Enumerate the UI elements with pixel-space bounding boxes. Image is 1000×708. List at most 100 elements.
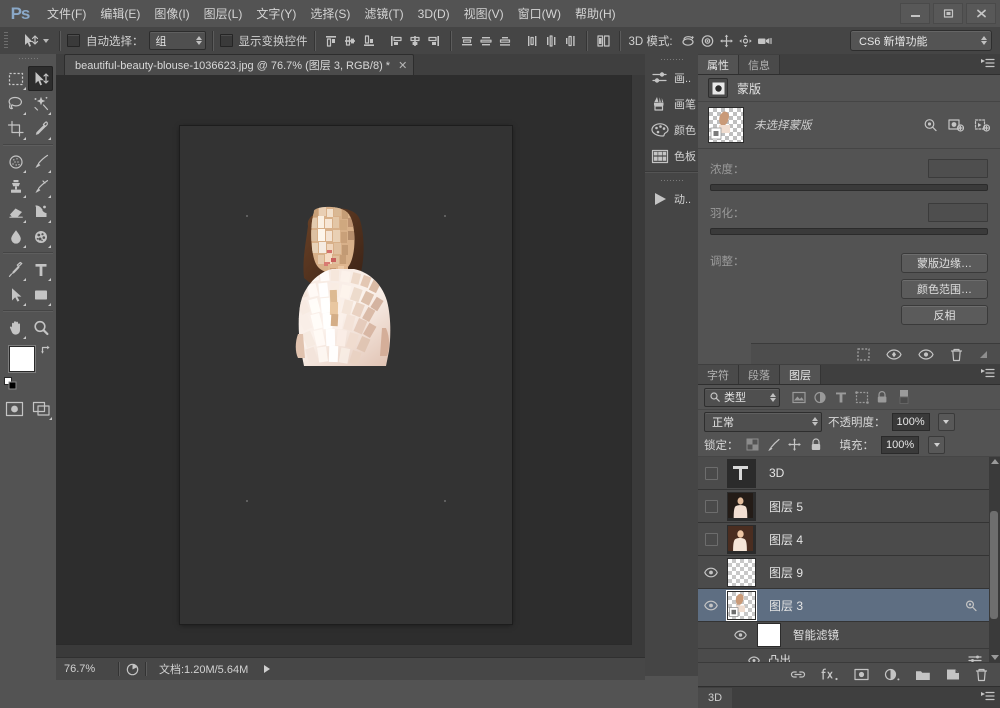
layer-style-fx-icon[interactable] <box>821 668 839 681</box>
document-info-icon[interactable] <box>126 663 139 676</box>
canvas-vertical-scrollbar[interactable] <box>631 75 645 658</box>
close-button[interactable] <box>966 3 996 24</box>
auto-align-layers-button[interactable] <box>594 32 613 50</box>
opacity-stepper[interactable] <box>937 412 955 431</box>
panel-adjustments[interactable]: 画.. <box>645 65 698 91</box>
layer-thumbnail[interactable] <box>727 458 756 488</box>
tool-rectangular-marquee[interactable] <box>3 66 28 91</box>
align-vertical-centers-button[interactable] <box>341 32 360 50</box>
blend-mode-dropdown[interactable]: 正常 <box>704 411 822 432</box>
tab-3d[interactable]: 3D <box>698 687 733 708</box>
layer-name[interactable]: 3D <box>769 466 784 480</box>
layer-name[interactable]: 图层 9 <box>769 564 803 581</box>
color-range-button[interactable]: 颜色范围… <box>901 279 988 299</box>
layer-visibility-toggle[interactable] <box>698 499 724 513</box>
auto-select-checkbox[interactable] <box>67 34 80 47</box>
new-group-icon[interactable] <box>915 669 931 681</box>
layer-name[interactable]: 图层 4 <box>769 531 803 548</box>
layer-filter-kind-dropdown[interactable]: 类型 <box>704 387 780 407</box>
tool-rectangle[interactable] <box>28 282 53 307</box>
distribute-right-edges-button[interactable] <box>561 32 580 50</box>
lock-position-icon[interactable] <box>788 438 802 452</box>
panel-actions[interactable]: 动.. <box>645 186 698 212</box>
layers-scrollbar[interactable] <box>989 457 1000 662</box>
layer-thumbnail[interactable] <box>727 590 756 620</box>
pan-3d-icon[interactable] <box>717 32 736 50</box>
invert-button[interactable]: 反相 <box>901 305 988 325</box>
panel-brush-presets[interactable]: 画笔 <box>645 91 698 117</box>
table-row[interactable]: 图层 3 <box>698 589 1000 622</box>
menu-type[interactable]: 文字(Y) <box>249 1 303 26</box>
panel-color[interactable]: 颜色 <box>645 117 698 143</box>
tool-move[interactable] <box>28 66 53 91</box>
menu-help[interactable]: 帮助(H) <box>568 1 623 26</box>
smart-filters-group-row[interactable]: 智能滤镜 <box>698 622 1000 649</box>
mini-dock-grip[interactable] <box>645 54 698 65</box>
distribute-horizontal-centers-button[interactable] <box>542 32 561 50</box>
distribute-vertical-centers-button[interactable] <box>477 32 496 50</box>
lock-transparent-pixels-icon[interactable] <box>746 438 760 452</box>
filter-type-icon[interactable] <box>830 388 851 406</box>
align-right-edges-button[interactable] <box>425 32 444 50</box>
tool-brush[interactable] <box>28 149 53 174</box>
layer-thumbnail[interactable] <box>727 491 756 521</box>
roll-3d-icon[interactable] <box>698 32 717 50</box>
tool-eyedropper[interactable] <box>28 116 53 141</box>
document-tab[interactable]: beautiful-beauty-blouse-1036623.jpg @ 76… <box>64 54 415 75</box>
menu-view[interactable]: 视图(V) <box>457 1 511 26</box>
mask-edge-button[interactable]: 蒙版边缘… <box>901 253 988 273</box>
tool-lasso[interactable] <box>3 91 28 116</box>
distribute-left-edges-button[interactable] <box>523 32 542 50</box>
fill-field[interactable]: 100% <box>881 435 920 454</box>
quick-mask-button[interactable] <box>2 396 27 421</box>
distribute-top-edges-button[interactable] <box>458 32 477 50</box>
add-layer-mask-icon[interactable] <box>854 668 869 681</box>
tool-history-brush[interactable] <box>28 174 53 199</box>
table-row[interactable]: 图层 4 <box>698 523 1000 556</box>
layer-visibility-toggle[interactable] <box>698 532 724 546</box>
smart-filter-badge-icon[interactable] <box>964 599 978 612</box>
load-selection-icon[interactable] <box>857 348 870 361</box>
menu-image[interactable]: 图像(I) <box>147 1 196 26</box>
panel-menu-icon[interactable] <box>981 691 995 702</box>
panel-menu-icon[interactable] <box>981 368 995 379</box>
tools-panel-grip[interactable] <box>0 54 56 64</box>
default-colors-icon[interactable] <box>4 377 17 390</box>
align-left-edges-button[interactable] <box>387 32 406 50</box>
auto-select-scope-dropdown[interactable]: 组 <box>148 31 206 50</box>
select-mask-icon[interactable] <box>923 118 938 132</box>
zoom-level[interactable]: 76.7% <box>56 663 112 675</box>
tool-blur[interactable] <box>3 224 28 249</box>
active-tool-preset[interactable] <box>16 30 53 51</box>
smart-filter-name[interactable]: 凸出 <box>768 652 791 662</box>
camera-3d-icon[interactable] <box>755 32 774 50</box>
new-adjustment-layer-icon[interactable] <box>884 668 900 681</box>
tab-properties[interactable]: 属性 <box>698 55 739 74</box>
new-layer-icon[interactable] <box>946 668 960 681</box>
tool-hand[interactable] <box>3 315 28 340</box>
panel-resize-grip[interactable] <box>979 350 988 359</box>
panel-swatches[interactable]: 色板 <box>645 143 698 169</box>
opacity-field[interactable]: 100% <box>891 412 930 431</box>
density-slider[interactable] <box>710 184 988 191</box>
align-horizontal-centers-button[interactable] <box>406 32 425 50</box>
table-row[interactable]: 图层 5 <box>698 490 1000 523</box>
smart-filter-mask-thumbnail[interactable] <box>757 623 781 647</box>
tab-info[interactable]: 信息 <box>739 55 780 74</box>
slide-3d-icon[interactable] <box>736 32 755 50</box>
menu-file[interactable]: 文件(F) <box>40 1 93 26</box>
tool-horizontal-type[interactable] <box>28 257 53 282</box>
tab-layers[interactable]: 图层 <box>780 365 821 384</box>
link-layers-icon[interactable] <box>790 669 806 680</box>
align-bottom-edges-button[interactable] <box>360 32 379 50</box>
menu-filter[interactable]: 滤镜(T) <box>357 1 410 26</box>
maximize-button[interactable] <box>933 3 963 24</box>
menu-window[interactable]: 窗口(W) <box>511 1 568 26</box>
layer-visibility-toggle[interactable] <box>698 600 724 611</box>
layer-thumbnail[interactable] <box>727 524 756 554</box>
tool-crop[interactable] <box>3 116 28 141</box>
smart-filters-visibility-toggle[interactable] <box>734 630 747 640</box>
tool-dodge[interactable] <box>28 224 53 249</box>
density-value-field[interactable] <box>928 159 988 178</box>
filter-pixel-icon[interactable] <box>788 388 809 406</box>
